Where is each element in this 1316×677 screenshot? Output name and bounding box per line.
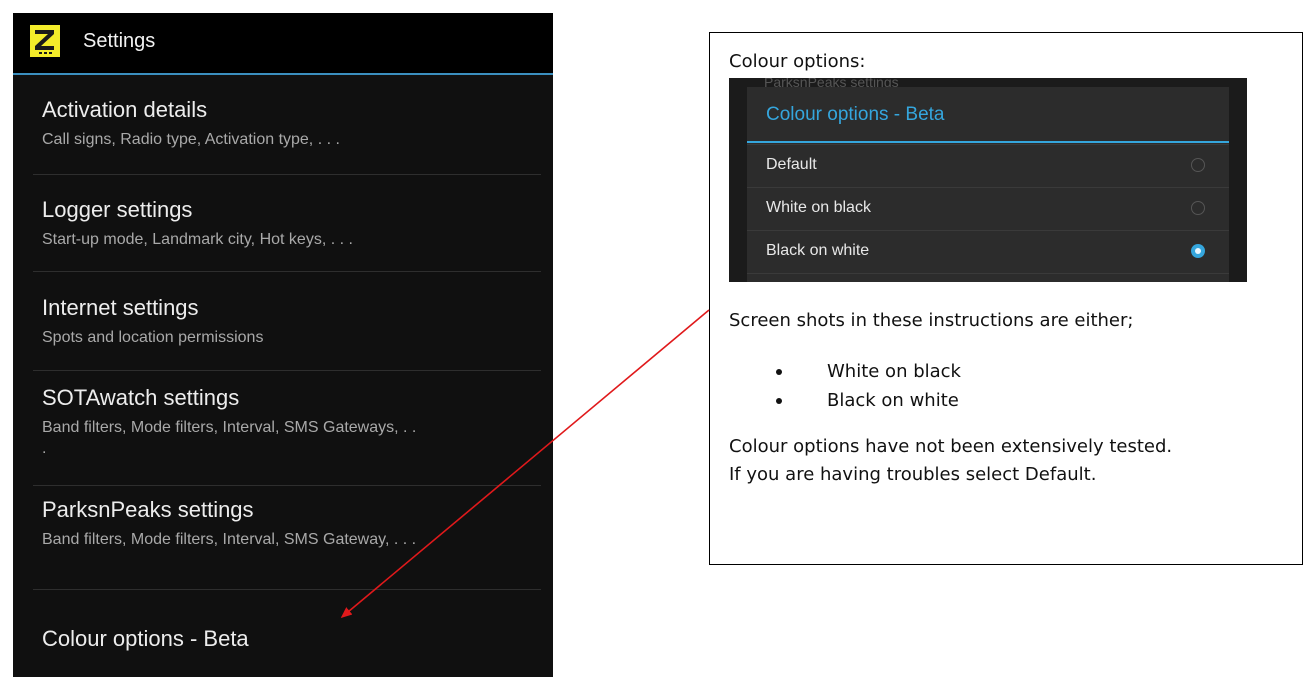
pref-activation-details[interactable]: Activation details Call signs, Radio typ… xyxy=(42,97,532,150)
radio-unchecked-icon[interactable] xyxy=(1191,201,1205,215)
option-white-on-black[interactable]: White on black xyxy=(747,187,1229,230)
callout-note-line2: If you are having troubles select Defaul… xyxy=(729,464,1097,485)
bullet-icon xyxy=(776,369,782,375)
callout-note-line1: Colour options have not been extensively… xyxy=(729,436,1173,457)
bullet-text: White on black xyxy=(827,361,961,382)
divider xyxy=(33,589,541,590)
option-default[interactable]: Default xyxy=(747,144,1229,187)
option-label: White on black xyxy=(766,199,871,216)
pref-title: Activation details xyxy=(42,97,208,122)
divider xyxy=(33,370,541,371)
pref-parksnpeaks-settings[interactable]: ParksnPeaks settings Band filters, Mode … xyxy=(42,497,422,550)
pref-colour-options[interactable]: Colour options - Beta xyxy=(42,626,532,652)
pref-title: Internet settings xyxy=(42,295,199,320)
app-title: Settings xyxy=(83,30,156,52)
pref-title: SOTAwatch settings xyxy=(42,385,240,410)
radio-checked-icon[interactable] xyxy=(1191,244,1205,258)
divider xyxy=(33,174,541,175)
pref-title: Colour options - Beta xyxy=(42,626,249,651)
logger-app-icon[interactable] xyxy=(30,25,60,57)
dialog-title: Colour options - Beta xyxy=(766,104,945,125)
action-bar: Settings xyxy=(13,13,553,75)
pref-summary: Band filters, Mode filters, Interval, SM… xyxy=(42,419,417,457)
option-black-on-white[interactable]: Black on white xyxy=(747,230,1229,273)
bullet-icon xyxy=(776,398,782,404)
option-label: Default xyxy=(766,156,817,173)
dialog-title-divider xyxy=(747,141,1229,143)
option-partial xyxy=(747,273,1229,282)
radio-unchecked-icon[interactable] xyxy=(1191,158,1205,172)
pref-summary: Spots and location permissions xyxy=(42,329,264,346)
callout-heading: Colour options: xyxy=(729,51,866,72)
pref-logger-settings[interactable]: Logger settings Start-up mode, Landmark … xyxy=(42,197,532,250)
divider xyxy=(33,485,541,486)
pref-summary: Call signs, Radio type, Activation type,… xyxy=(42,131,340,148)
pref-summary: Band filters, Mode filters, Interval, SM… xyxy=(42,531,417,548)
pref-title: ParksnPeaks settings xyxy=(42,497,254,522)
divider xyxy=(33,271,541,272)
pref-summary: Start-up mode, Landmark city, Hot keys, … xyxy=(42,231,353,248)
option-label: Black on white xyxy=(766,242,870,259)
settings-screenshot: Settings Activation details Call signs, … xyxy=(13,13,553,677)
colour-dialog-screenshot: ParksnPeaks settings Colour options - Be… xyxy=(729,78,1247,282)
colour-options-dialog: Colour options - Beta Default White on b… xyxy=(747,87,1229,282)
bullet-text: Black on white xyxy=(827,390,959,411)
callout-intro: Screen shots in these instructions are e… xyxy=(729,310,1134,331)
colour-options-callout: Colour options: ParksnPeaks settings Col… xyxy=(709,32,1303,565)
pref-sotawatch-settings[interactable]: SOTAwatch settings Band filters, Mode fi… xyxy=(42,385,422,459)
pref-title: Logger settings xyxy=(42,197,193,222)
pref-internet-settings[interactable]: Internet settings Spots and location per… xyxy=(42,295,532,348)
